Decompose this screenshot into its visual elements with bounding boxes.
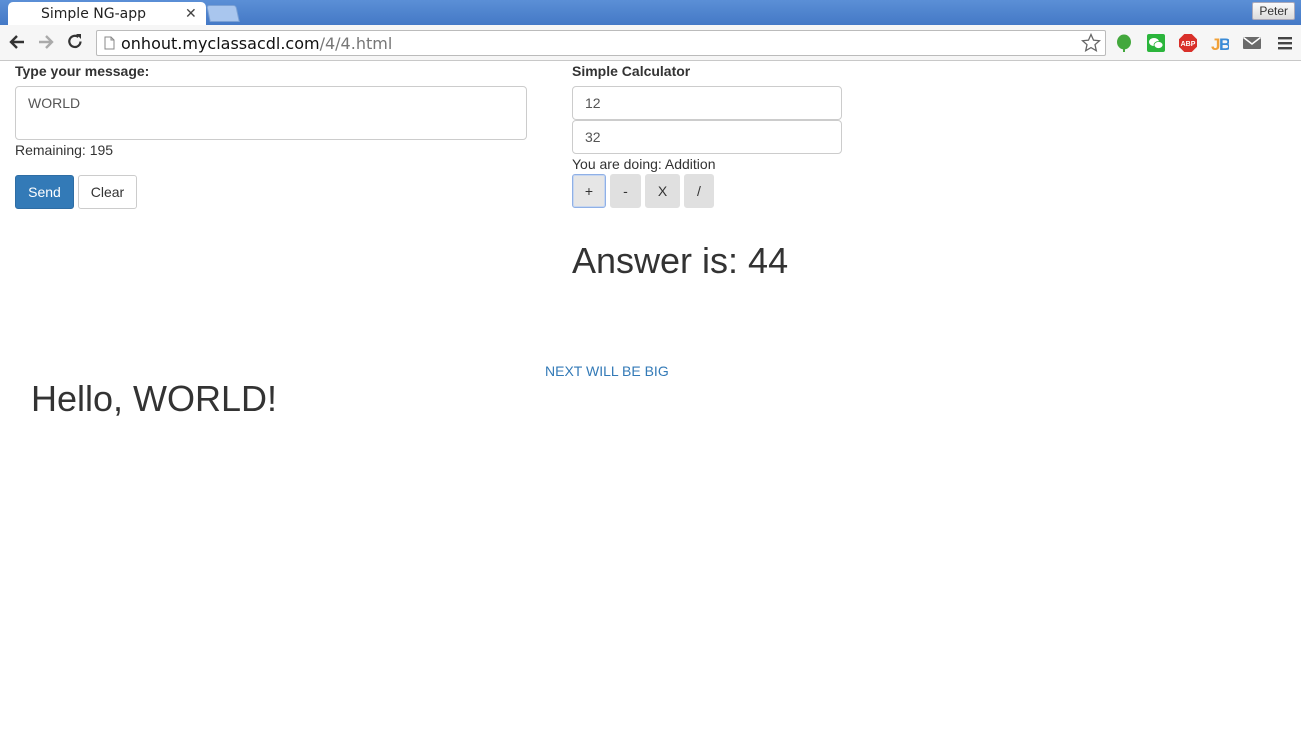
adblock-plus-icon[interactable]: ABP xyxy=(1179,34,1197,52)
subtract-button[interactable]: - xyxy=(610,174,641,208)
evernote-icon[interactable] xyxy=(1115,34,1133,52)
mail-icon[interactable] xyxy=(1243,34,1261,52)
url-path: /4/4.html xyxy=(319,34,393,53)
add-button[interactable]: + xyxy=(572,174,606,208)
operation-status: You are doing: Addition xyxy=(572,156,716,172)
browser-tab[interactable]: Simple NG-app ✕ xyxy=(8,2,206,25)
send-button[interactable]: Send xyxy=(15,175,74,209)
next-link[interactable]: NEXT WILL BE BIG xyxy=(545,363,669,379)
clear-button[interactable]: Clear xyxy=(78,175,137,209)
jetbrains-icon[interactable]: J B xyxy=(1211,34,1229,52)
profile-button[interactable]: Peter xyxy=(1252,2,1295,20)
close-tab-icon[interactable]: ✕ xyxy=(185,5,197,22)
reload-icon[interactable] xyxy=(65,32,85,52)
browser-toolbar: onhout.myclassacdl.com/4/4.html ABP J B xyxy=(0,25,1301,61)
remaining-count: Remaining: 195 xyxy=(15,142,114,158)
svg-text:B: B xyxy=(1219,35,1229,52)
calculator-label: Simple Calculator xyxy=(572,63,691,79)
message-label: Type your message: xyxy=(15,63,150,79)
url-text[interactable]: onhout.myclassacdl.com/4/4.html xyxy=(121,34,392,53)
first-number-input[interactable]: 12 xyxy=(572,86,842,120)
url-host: onhout.myclassacdl.com xyxy=(121,34,320,53)
forward-arrow-icon[interactable] xyxy=(36,32,56,52)
back-arrow-icon[interactable] xyxy=(7,32,27,52)
bookmark-star-icon[interactable] xyxy=(1081,33,1101,53)
wechat-icon[interactable] xyxy=(1147,34,1165,52)
greeting-heading: Hello, WORLD! xyxy=(31,378,278,419)
address-bar[interactable]: onhout.myclassacdl.com/4/4.html xyxy=(96,30,1106,56)
answer-heading: Answer is: 44 xyxy=(572,240,789,281)
divide-button[interactable]: / xyxy=(684,174,714,208)
tab-strip: Simple NG-app ✕ Peter xyxy=(0,0,1301,25)
menu-icon[interactable] xyxy=(1276,34,1294,52)
message-textarea[interactable]: WORLD xyxy=(15,86,527,140)
page-icon xyxy=(104,36,115,50)
svg-text:ABP: ABP xyxy=(1181,41,1196,48)
multiply-button[interactable]: X xyxy=(645,174,680,208)
tab-title: Simple NG-app xyxy=(41,6,146,22)
second-number-input[interactable]: 32 xyxy=(572,120,842,154)
new-tab-button[interactable] xyxy=(206,5,240,22)
